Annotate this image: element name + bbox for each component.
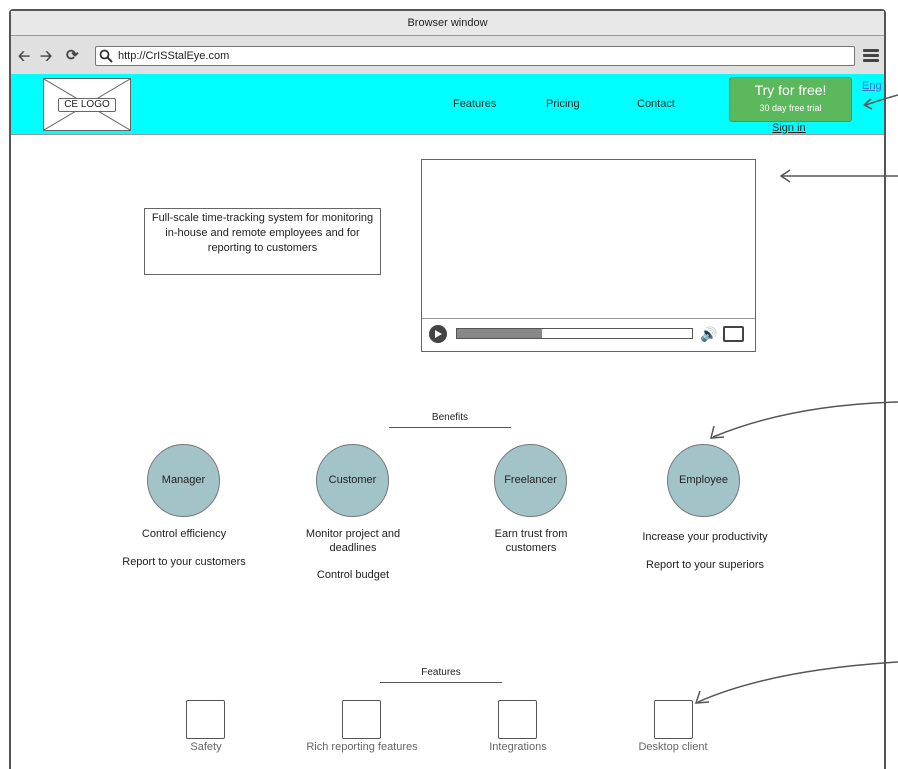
feature-label: Integrations [489,741,547,753]
benefit-manager-circle: Manager [147,444,220,517]
back-arrow-icon[interactable]: 🡠 [18,46,30,71]
search-icon [99,49,113,63]
try-free-subtitle: 30 day free trial [759,103,822,113]
benefit-text: Control efficiency [141,528,227,540]
language-link[interactable]: Eng [862,80,882,92]
feature-label: Safety [190,741,222,753]
benefit-text: Report to your superiors [646,559,764,571]
features-heading: Features [421,667,461,678]
video-progress-fill [457,329,542,338]
feature-label: Rich reporting features [306,741,418,753]
feature-safety-icon[interactable] [186,700,225,739]
benefit-text: Report to your customers [122,556,246,568]
address-bar[interactable]: http://CrISStalEye.com [95,46,855,66]
benefit-customer-circle: Customer [316,444,389,517]
feature-desktop-icon[interactable] [654,700,693,739]
menu-icon[interactable] [863,49,879,63]
sign-in-link[interactable]: Sign in [772,122,806,134]
feature-label: Desktop client [638,741,708,753]
benefit-text: Control budget [316,569,390,581]
feature-integrations-icon[interactable] [498,700,537,739]
feature-reporting-icon[interactable] [342,700,381,739]
play-icon [435,330,442,338]
benefit-freelancer-circle: Freelancer [494,444,567,517]
fullscreen-icon[interactable] [723,326,744,342]
volume-icon[interactable]: 🔊 [700,326,717,342]
benefit-text: Earn trust from customers [494,528,568,554]
try-free-title: Try for free! [754,82,827,98]
window-title: Browser window [11,11,884,36]
benefits-underline [389,427,511,428]
benefit-text: Monitor project and deadlines [305,528,401,554]
forward-arrow-icon[interactable]: 🡢 [40,46,52,71]
logo-text: CE LOGO [58,98,116,112]
url-text: http://CrISStalEye.com [118,50,230,62]
tagline: Full-scale time-tracking system for moni… [144,208,381,275]
features-underline [380,682,502,683]
benefits-heading: Benefits [431,412,469,423]
nav-features[interactable]: Features [453,98,496,110]
reload-icon[interactable]: ⟳ [66,46,79,64]
try-free-button[interactable]: Try for free! 30 day free trial [729,77,852,122]
nav-pricing[interactable]: Pricing [546,98,580,110]
nav-contact[interactable]: Contact [637,98,675,110]
benefit-text: Increase your productivity [642,531,768,543]
benefit-employee-circle: Employee [667,444,740,517]
